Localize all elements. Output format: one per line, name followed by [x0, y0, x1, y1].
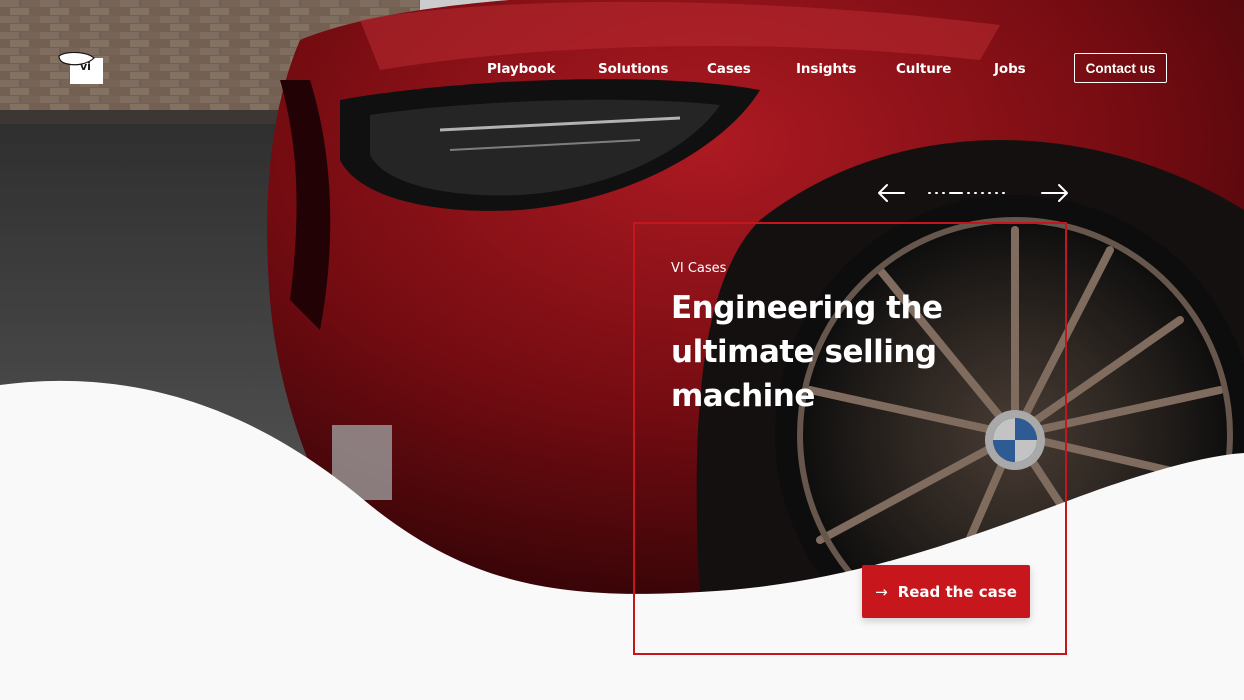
slider-dot[interactable] — [967, 192, 970, 194]
nav-item-cases[interactable]: Cases — [707, 61, 751, 77]
arrow-right-icon: → — [875, 582, 888, 601]
vi-logo-icon: vi — [58, 51, 103, 84]
arrow-right-icon[interactable] — [1040, 182, 1070, 204]
case-title: Engineering the ultimate selling machine — [671, 290, 943, 414]
nav-item-solutions[interactable]: Solutions — [598, 61, 668, 77]
nav-item-culture[interactable]: Culture — [896, 61, 951, 77]
contact-us-button[interactable]: Contact us — [1074, 53, 1167, 83]
nav-item-insights[interactable]: Insights — [796, 61, 856, 77]
slider-dot[interactable] — [981, 192, 984, 194]
slider-pagination — [928, 192, 1005, 194]
slider-dot[interactable] — [942, 192, 945, 194]
read-the-case-button[interactable]: → Read the case — [862, 565, 1030, 618]
slider-dot-active[interactable] — [949, 192, 963, 194]
slider-dot[interactable] — [928, 192, 931, 194]
arrow-left-icon[interactable] — [876, 182, 906, 204]
vi-logo[interactable]: vi — [58, 51, 104, 84]
slider-dot[interactable] — [988, 192, 991, 194]
logo-text: vi — [80, 60, 91, 73]
nav-item-jobs[interactable]: Jobs — [994, 61, 1026, 77]
slider-dot[interactable] — [995, 192, 998, 194]
slider-controls — [876, 182, 1070, 204]
slider-dot[interactable] — [935, 192, 938, 194]
slider-dot[interactable] — [974, 192, 977, 194]
slider-dot[interactable] — [1002, 192, 1005, 194]
case-label: VI Cases — [671, 261, 727, 276]
read-the-case-label: Read the case — [897, 582, 1017, 601]
nav-item-playbook[interactable]: Playbook — [487, 61, 556, 77]
